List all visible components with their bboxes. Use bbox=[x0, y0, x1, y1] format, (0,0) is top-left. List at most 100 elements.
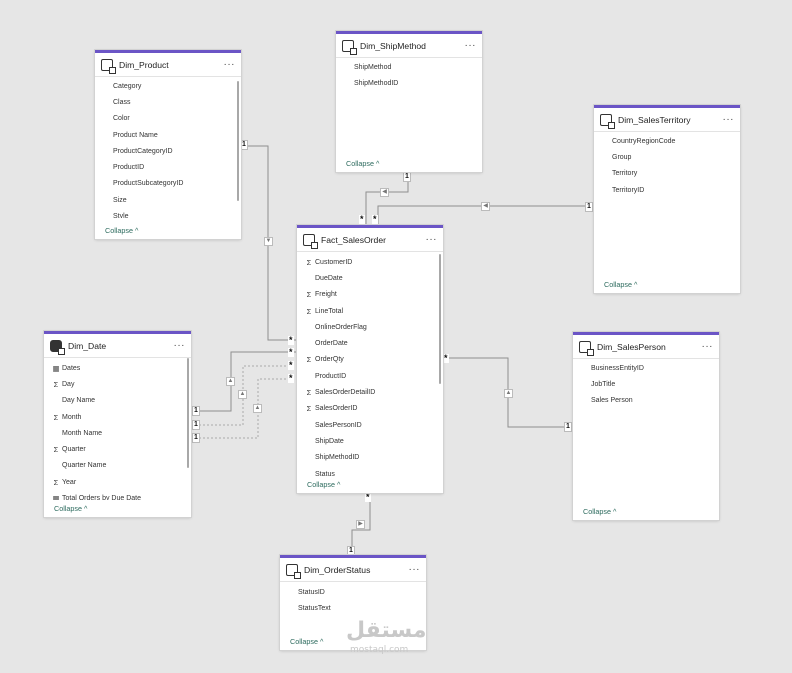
field-name: ProductID bbox=[315, 372, 347, 380]
filter-arrow-icon[interactable]: ▲ bbox=[238, 390, 247, 399]
field-row[interactable]: ▦ Dates bbox=[50, 360, 191, 376]
table-dim-shipmethod[interactable]: Dim_ShipMethod ··· ShipMethod ShipMethodI… bbox=[336, 31, 482, 172]
field-row[interactable]: Color bbox=[101, 111, 241, 127]
field-row[interactable]: ShipMethod bbox=[342, 59, 482, 75]
field-row[interactable]: DueDate bbox=[303, 270, 443, 286]
field-list: StatusID StatusText bbox=[280, 582, 426, 620]
table-fact-salesorder[interactable]: Fact_SalesOrder ··· Σ CustomerID DueDate Σ F… bbox=[297, 225, 443, 493]
filter-arrow-icon[interactable]: ▶ bbox=[356, 520, 365, 529]
field-row[interactable]: Σ Year bbox=[50, 474, 191, 490]
field-row[interactable]: Group bbox=[600, 149, 740, 165]
field-row[interactable]: Day Name bbox=[50, 393, 191, 409]
table-header[interactable]: Dim_Product ··· bbox=[95, 53, 241, 77]
filter-arrow-icon[interactable]: ◀ bbox=[481, 202, 490, 211]
scrollbar[interactable] bbox=[439, 254, 441, 384]
field-name: OrderQty bbox=[315, 356, 344, 364]
table-dim-salesterritory[interactable]: Dim_SalesTerritory ··· CountryRegionCode… bbox=[594, 105, 740, 293]
field-name: Group bbox=[612, 153, 632, 161]
field-row[interactable]: ProductCategoryID bbox=[101, 143, 241, 159]
more-options-icon[interactable]: ··· bbox=[409, 564, 421, 574]
field-row[interactable]: CountryRegionCode bbox=[600, 133, 740, 149]
field-row[interactable]: OrderDate bbox=[303, 335, 443, 351]
field-row[interactable]: Σ Quarter bbox=[50, 441, 191, 457]
collapse-button[interactable]: Collapse ^ bbox=[346, 159, 379, 168]
collapse-button[interactable]: Collapse ^ bbox=[290, 637, 323, 646]
field-row[interactable]: Σ SalesOrderDetailID bbox=[303, 384, 443, 400]
field-row[interactable]: Territory bbox=[600, 166, 740, 182]
field-row[interactable]: ▦ Total Orders by Due Date bbox=[50, 490, 191, 500]
table-dim-product[interactable]: Dim_Product ··· Category Class Color Produc… bbox=[95, 50, 241, 239]
sum-icon: Σ bbox=[53, 477, 59, 487]
field-row[interactable]: ShipMethodID bbox=[342, 75, 482, 91]
field-row[interactable]: ProductID bbox=[303, 368, 443, 384]
scrollbar[interactable] bbox=[237, 81, 239, 201]
field-row[interactable]: StatusID bbox=[286, 584, 426, 600]
field-row[interactable]: SalesPersonID bbox=[303, 417, 443, 433]
rel-date-many-2: * bbox=[288, 360, 294, 370]
field-row[interactable]: Product Name bbox=[101, 127, 241, 143]
collapse-button[interactable]: Collapse ^ bbox=[54, 504, 87, 513]
field-name: ShipMethodID bbox=[315, 454, 360, 462]
more-options-icon[interactable]: ··· bbox=[224, 59, 236, 69]
filter-arrow-icon[interactable]: ◀ bbox=[380, 188, 389, 197]
field-row[interactable]: Category bbox=[101, 78, 241, 94]
scrollbar[interactable] bbox=[187, 358, 189, 468]
field-row[interactable]: StatusText bbox=[286, 600, 426, 616]
table-header[interactable]: Dim_ShipMethod ··· bbox=[336, 34, 482, 58]
field-row[interactable]: Σ Month bbox=[50, 409, 191, 425]
filter-arrow-icon[interactable]: ▼ bbox=[264, 237, 273, 246]
more-options-icon[interactable]: ··· bbox=[465, 40, 477, 50]
rel-date-fact-active bbox=[191, 351, 296, 412]
field-row[interactable]: Quarter Name bbox=[50, 458, 191, 474]
collapse-button[interactable]: Collapse ^ bbox=[105, 226, 138, 235]
field-row[interactable]: Σ SalesOrderID bbox=[303, 401, 443, 417]
field-row[interactable]: TerritoryID bbox=[600, 182, 740, 198]
filter-arrow-icon[interactable]: ▲ bbox=[226, 377, 235, 386]
collapse-button[interactable]: Collapse ^ bbox=[583, 507, 616, 516]
filter-arrow-icon[interactable]: ▲ bbox=[504, 389, 513, 398]
table-header[interactable]: Dim_SalesPerson ··· bbox=[573, 335, 719, 359]
table-header[interactable]: Dim_Date ··· bbox=[44, 334, 191, 358]
sum-icon: Σ bbox=[306, 355, 312, 365]
filter-arrow-icon[interactable]: ▲ bbox=[253, 404, 262, 413]
field-row[interactable]: Σ Day bbox=[50, 376, 191, 392]
more-options-icon[interactable]: ··· bbox=[174, 340, 186, 350]
collapse-button[interactable]: Collapse ^ bbox=[307, 480, 340, 489]
field-name: SalesOrderID bbox=[315, 405, 358, 413]
field-name: ShipMethod bbox=[354, 63, 392, 71]
field-row[interactable]: Σ Freight bbox=[303, 287, 443, 303]
field-row[interactable]: Σ OrderQty bbox=[303, 352, 443, 368]
field-row[interactable]: OnlineOrderFlag bbox=[303, 319, 443, 335]
rel-product-one: 1 bbox=[240, 140, 248, 150]
field-row[interactable]: Size bbox=[101, 192, 241, 208]
field-name: CustomerID bbox=[315, 258, 353, 266]
field-row[interactable]: Class bbox=[101, 94, 241, 110]
table-header[interactable]: Fact_SalesOrder ··· bbox=[297, 228, 443, 252]
field-row[interactable]: JobTitle bbox=[579, 376, 719, 392]
field-list: Σ CustomerID DueDate Σ Freight Σ LineTotal Onli… bbox=[297, 252, 443, 479]
more-options-icon[interactable]: ··· bbox=[702, 341, 714, 351]
field-row[interactable]: ShipMethodID bbox=[303, 450, 443, 466]
field-row[interactable]: BusinessEntityID bbox=[579, 360, 719, 376]
field-name: ProductID bbox=[113, 164, 145, 172]
table-dim-date[interactable]: Dim_Date ··· ▦ Dates Σ Day Day Name Σ Month Mon… bbox=[44, 331, 191, 517]
field-row[interactable]: ProductSubcategoryID bbox=[101, 176, 241, 192]
table-header[interactable]: Dim_SalesTerritory ··· bbox=[594, 108, 740, 132]
field-row[interactable]: Sales Person bbox=[579, 393, 719, 409]
field-row[interactable]: ProductID bbox=[101, 159, 241, 175]
field-row[interactable]: Σ LineTotal bbox=[303, 303, 443, 319]
field-row[interactable]: Status bbox=[303, 466, 443, 479]
calendar-icon: ▦ bbox=[52, 363, 60, 373]
calendar-icon: ▦ bbox=[52, 494, 60, 500]
table-dim-salesperson[interactable]: Dim_SalesPerson ··· BusinessEntityID JobT… bbox=[573, 332, 719, 520]
field-row[interactable]: Σ CustomerID bbox=[303, 254, 443, 270]
collapse-button[interactable]: Collapse ^ bbox=[604, 280, 637, 289]
field-list: BusinessEntityID JobTitle Sales Person bbox=[573, 359, 719, 415]
more-options-icon[interactable]: ··· bbox=[426, 234, 438, 244]
field-name: ShipMethodID bbox=[354, 79, 399, 87]
table-header[interactable]: Dim_OrderStatus ··· bbox=[280, 558, 426, 582]
field-row[interactable]: Style bbox=[101, 208, 241, 218]
field-row[interactable]: ShipDate bbox=[303, 433, 443, 449]
field-row[interactable]: Month Name bbox=[50, 425, 191, 441]
more-options-icon[interactable]: ··· bbox=[723, 114, 735, 124]
